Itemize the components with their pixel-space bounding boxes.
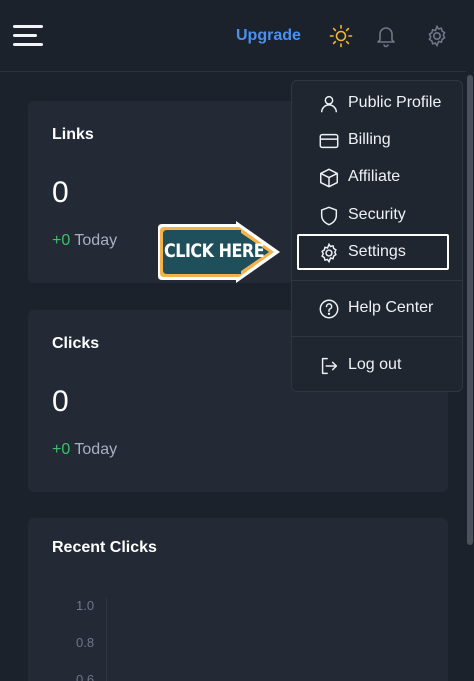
menu-divider: [292, 280, 462, 281]
log-out-icon: [318, 355, 340, 377]
menu-item-billing[interactable]: Billing: [292, 122, 462, 158]
y-tick-label: 1.0: [76, 598, 95, 613]
menu-divider: [292, 336, 462, 337]
delta-value: +0: [52, 232, 71, 249]
card-value: 0: [52, 385, 69, 418]
delta-value: +0: [52, 441, 71, 458]
click-here-label: CLICK HERE: [164, 239, 265, 262]
menu-item-help-center[interactable]: Help Center: [292, 290, 462, 326]
upgrade-link[interactable]: Upgrade: [236, 27, 301, 45]
box-icon: [318, 167, 340, 189]
gear-icon[interactable]: [425, 24, 449, 48]
menu-item-label: Log out: [348, 356, 402, 373]
credit-card-icon: [318, 130, 340, 152]
hamburger-menu-icon[interactable]: [13, 24, 43, 48]
card-delta: +0 Today: [52, 441, 117, 459]
card-title: Clicks: [52, 335, 100, 352]
menu-item-public-profile[interactable]: Public Profile: [292, 85, 462, 121]
top-bar: Upgrade: [0, 0, 474, 72]
sun-icon[interactable]: [329, 24, 353, 48]
y-axis-line: [106, 598, 107, 681]
shield-icon: [318, 205, 340, 227]
menu-item-label: Security: [348, 206, 406, 223]
delta-label: Today: [74, 441, 118, 458]
menu-item-log-out[interactable]: Log out: [292, 347, 462, 383]
bell-icon[interactable]: [374, 24, 398, 48]
card-title: Recent Clicks: [52, 539, 157, 556]
menu-item-affiliate[interactable]: Affiliate: [292, 159, 462, 195]
settings-highlight-box: [297, 234, 449, 270]
scrollbar-thumb[interactable]: [467, 75, 473, 545]
y-tick-label: 0.6: [76, 672, 95, 681]
menu-item-label: Help Center: [348, 299, 434, 316]
menu-item-label: Public Profile: [348, 94, 442, 111]
user-icon: [318, 93, 340, 115]
card-title: Links: [52, 126, 94, 143]
menu-item-label: Affiliate: [348, 168, 401, 185]
y-tick-label: 0.8: [76, 635, 95, 650]
card-value: 0: [52, 176, 69, 209]
card-delta: +0 Today: [52, 232, 117, 250]
menu-item-label: Billing: [348, 131, 391, 148]
help-circle-icon: [318, 298, 340, 320]
menu-item-security[interactable]: Security: [292, 197, 462, 233]
delta-label: Today: [74, 232, 118, 249]
